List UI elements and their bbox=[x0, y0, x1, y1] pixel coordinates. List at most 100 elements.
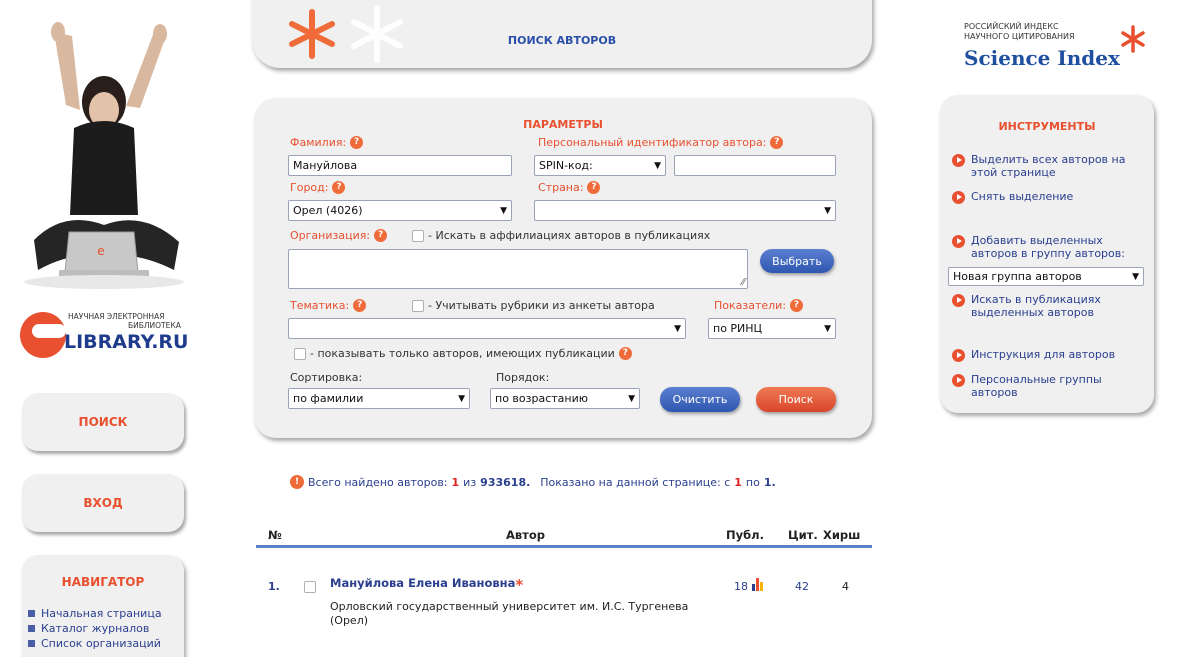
help-icon[interactable]: ? bbox=[350, 136, 364, 149]
row-number: 1. bbox=[268, 580, 280, 593]
topic-rubrics-checkbox[interactable] bbox=[412, 299, 424, 312]
col-hirsch[interactable]: Хирш bbox=[823, 528, 860, 542]
play-icon bbox=[952, 191, 965, 204]
help-icon[interactable]: ? bbox=[618, 347, 632, 360]
help-icon[interactable]: ? bbox=[374, 229, 388, 242]
city-select[interactable]: Орел (4026) ▼ bbox=[288, 200, 512, 221]
author-id-input[interactable] bbox=[674, 155, 836, 176]
pubs-count[interactable]: 18 bbox=[734, 580, 748, 593]
country-label: Страна:? bbox=[538, 181, 601, 194]
author-affiliation-city: (Орел) bbox=[330, 614, 369, 627]
science-index-subtitle-2: НАУЧНОГО ЦИТИРОВАНИЯ bbox=[964, 32, 1075, 41]
play-icon bbox=[952, 294, 965, 307]
author-affiliation: Орловский государственный университет им… bbox=[330, 600, 689, 613]
results-table-header: № Автор Публ. Цит. Хирш bbox=[256, 524, 872, 548]
nav-item-home[interactable]: Начальная страница bbox=[28, 606, 162, 621]
search-nav-button[interactable]: ПОИСК bbox=[22, 393, 184, 451]
navigator-title: НАВИГАТОР bbox=[61, 575, 145, 589]
help-icon[interactable]: ? bbox=[332, 181, 346, 194]
bullet-icon bbox=[28, 640, 35, 647]
bullet-icon bbox=[28, 610, 35, 617]
deselect-link[interactable]: Снять выделение bbox=[952, 190, 1148, 204]
table-row: 1. Мануйлова Елена Ивановна* Орловский г… bbox=[256, 572, 872, 632]
search-in-pubs-link[interactable]: Искать в публикациях выделенных авторов bbox=[952, 293, 1148, 319]
topic-label: Тематика:? bbox=[290, 299, 367, 312]
city-label: Город:? bbox=[290, 181, 346, 194]
indicators-label: Показатели:? bbox=[714, 299, 804, 312]
org-affiliation-checkbox[interactable] bbox=[412, 229, 424, 242]
help-icon[interactable]: ? bbox=[587, 181, 601, 194]
help-icon[interactable]: ? bbox=[770, 136, 784, 149]
sort-label: Сортировка: bbox=[290, 371, 363, 384]
only-with-pubs-checkbox[interactable] bbox=[294, 347, 306, 360]
search-params-panel: ПАРАМЕТРЫ Фамилия:? Мануйлова Персональн… bbox=[254, 98, 872, 438]
col-pubs[interactable]: Публ. bbox=[726, 528, 764, 542]
pubs-chart-icon[interactable] bbox=[752, 577, 766, 591]
science-index-subtitle-1: РОССИЙСКИЙ ИНДЕКС bbox=[964, 22, 1059, 31]
hirsch-index: 4 bbox=[842, 580, 849, 593]
clear-button[interactable]: Очистить bbox=[660, 387, 740, 412]
play-icon bbox=[952, 349, 965, 362]
login-button[interactable]: ВХОД bbox=[22, 474, 184, 532]
dropdown-arrow-icon: ▼ bbox=[824, 323, 831, 334]
indicators-select[interactable]: по РИНЦ ▼ bbox=[708, 318, 836, 339]
surname-label: Фамилия:? bbox=[290, 136, 364, 149]
col-num: № bbox=[268, 528, 282, 542]
asterisk-icon: * bbox=[515, 576, 524, 594]
organization-textarea[interactable]: ⁄⁄ bbox=[288, 249, 748, 289]
science-index-logo[interactable]: РОССИЙСКИЙ ИНДЕКС НАУЧНОГО ЦИТИРОВАНИЯ S… bbox=[962, 22, 1162, 78]
col-author: Автор bbox=[506, 528, 545, 542]
play-icon bbox=[952, 235, 965, 248]
author-id-type-select[interactable]: SPIN-код: ▼ bbox=[534, 155, 666, 176]
dropdown-arrow-icon: ▼ bbox=[628, 393, 635, 404]
cites-count[interactable]: 42 bbox=[795, 580, 809, 593]
personal-groups-link[interactable]: Персональные группы авторов bbox=[952, 373, 1148, 399]
country-select[interactable]: ▼ bbox=[534, 200, 836, 221]
author-id-label: Персональный идентификатор автора:? bbox=[538, 136, 784, 149]
surname-input[interactable]: Мануйлова bbox=[288, 155, 512, 176]
select-all-authors-link[interactable]: Выделить всех авторов на этой странице bbox=[952, 153, 1148, 179]
elibrary-logo[interactable]: НАУЧНАЯ ЭЛЕКТРОННАЯ БИБЛИОТЕКА LIBRARY.R… bbox=[20, 310, 196, 360]
dropdown-arrow-icon: ▼ bbox=[824, 205, 831, 216]
order-select[interactable]: по возрастанию ▼ bbox=[490, 388, 640, 409]
navigator-list: Начальная страница Каталог журналов Спис… bbox=[28, 606, 162, 651]
topic-rubrics-option: - Учитывать рубрики из анкеты автора bbox=[412, 299, 655, 312]
info-icon: ! bbox=[290, 475, 304, 489]
col-cites[interactable]: Цит. bbox=[788, 528, 818, 542]
play-icon bbox=[952, 374, 965, 387]
help-icon[interactable]: ? bbox=[353, 299, 367, 312]
author-instructions-link[interactable]: Инструкция для авторов bbox=[952, 348, 1148, 362]
row-select-checkbox[interactable] bbox=[304, 581, 316, 593]
only-with-pubs-option: - показывать только авторов, имеющих пуб… bbox=[294, 347, 632, 360]
page-title: ПОИСК АВТОРОВ bbox=[507, 34, 617, 47]
org-affiliation-option: - Искать в аффилиациях авторов в публика… bbox=[412, 229, 710, 242]
author-group-select[interactable]: Новая группа авторов ▼ bbox=[948, 267, 1144, 286]
bullet-icon bbox=[28, 625, 35, 632]
play-icon bbox=[952, 154, 965, 167]
tools-panel: ИНСТРУМЕНТЫ Выделить всех авторов на это… bbox=[940, 95, 1154, 413]
organization-label: Организация:? bbox=[290, 229, 388, 242]
nav-item-journals[interactable]: Каталог журналов bbox=[28, 621, 162, 636]
topic-select[interactable]: ▼ bbox=[288, 318, 686, 339]
help-icon[interactable]: ? bbox=[790, 299, 804, 312]
tools-title: ИНСТРУМЕНТЫ bbox=[998, 120, 1096, 133]
dropdown-arrow-icon: ▼ bbox=[458, 393, 465, 404]
promo-illustration: e bbox=[14, 10, 194, 292]
elibrary-subtitle-1: НАУЧНАЯ ЭЛЕКТРОННАЯ bbox=[68, 312, 165, 321]
choose-organization-button[interactable]: Выбрать bbox=[760, 249, 834, 273]
elibrary-wordmark: LIBRARY.RU bbox=[64, 331, 189, 353]
science-index-wordmark: Science Index bbox=[964, 46, 1120, 70]
add-to-group-link[interactable]: Добавить выделенных авторов в группу авт… bbox=[952, 234, 1148, 260]
nav-item-organizations[interactable]: Список организаций bbox=[28, 636, 162, 651]
results-summary: ! Всего найдено авторов: 1 из 933618. По… bbox=[290, 475, 776, 489]
author-name-link[interactable]: Мануйлова Елена Ивановна* bbox=[330, 576, 523, 594]
search-button[interactable]: Поиск bbox=[756, 387, 836, 412]
asterisk-icon bbox=[1121, 25, 1145, 53]
elibrary-subtitle-2: БИБЛИОТЕКА bbox=[128, 321, 181, 330]
dropdown-arrow-icon: ▼ bbox=[654, 160, 661, 171]
resize-grip-icon[interactable]: ⁄⁄ bbox=[742, 277, 745, 288]
dropdown-arrow-icon: ▼ bbox=[1132, 271, 1139, 282]
svg-text:e: e bbox=[97, 244, 104, 258]
order-label: Порядок: bbox=[496, 371, 550, 384]
sort-select[interactable]: по фамилии ▼ bbox=[288, 388, 470, 409]
